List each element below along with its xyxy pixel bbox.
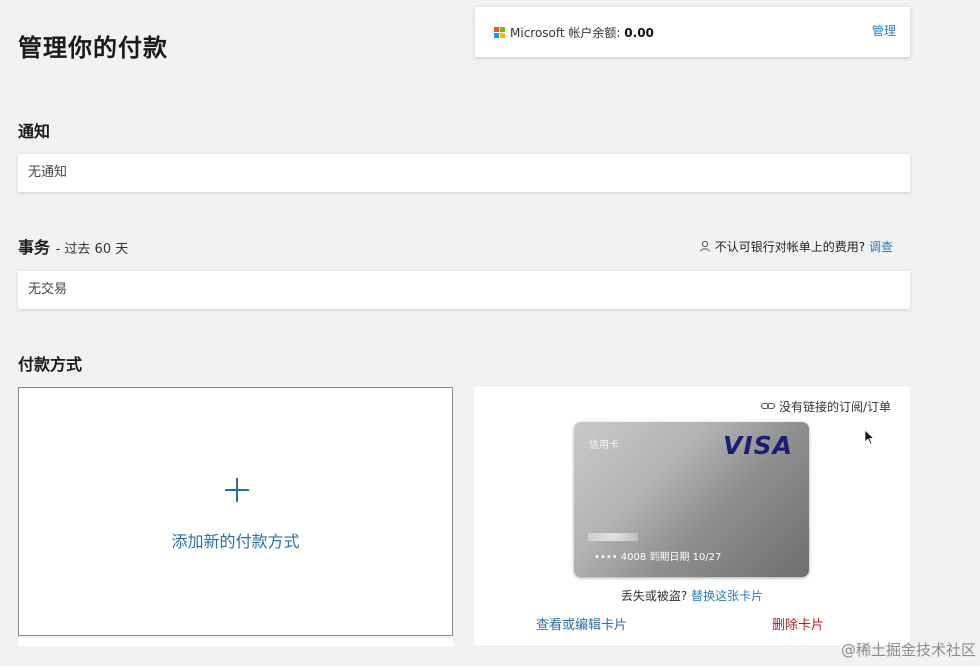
- mouse-cursor-icon: [864, 429, 875, 445]
- add-card-footer: [18, 638, 453, 646]
- notifications-empty-text: 无通知: [28, 165, 68, 180]
- watermark: @稀土掘金技术社区: [840, 641, 976, 659]
- dispute-text: 不认可银行对帐单上的费用?: [714, 240, 866, 254]
- visa-logo: VISA: [722, 431, 793, 460]
- manage-balance-link[interactable]: 管理: [872, 22, 896, 39]
- add-payment-method-button[interactable]: 添加新的付款方式: [18, 387, 453, 636]
- linked-orders-info: 没有链接的订阅/订单: [760, 398, 891, 415]
- balance-text: Microsoft 帐户余额: 0.00: [510, 24, 654, 41]
- transactions-subtitle: - 过去 60 天: [55, 242, 129, 257]
- balance-label: Microsoft 帐户余额:: [510, 26, 621, 40]
- dispute-charge-prompt: 不认可银行对帐单上的费用? 调查: [699, 238, 893, 255]
- linked-orders-text: 没有链接的订阅/订单: [778, 400, 891, 414]
- lost-card-prompt: 丢失或被盗? 替换这张卡片: [474, 587, 910, 604]
- page-title: 管理你的付款: [18, 34, 168, 62]
- plus-icon: [222, 476, 252, 506]
- payment-method-card: 没有链接的订阅/订单 信用卡 VISA •••• 4008 到期日期 10/27…: [474, 387, 910, 645]
- card-number: •••• 4008 到期日期 10/27: [594, 552, 722, 563]
- credit-card-image: 信用卡 VISA •••• 4008 到期日期 10/27: [574, 422, 809, 577]
- microsoft-logo-icon: [494, 27, 505, 38]
- transactions-title: 事务: [18, 238, 51, 257]
- card-chip-blur: [588, 533, 638, 541]
- investigate-link[interactable]: 调查: [869, 240, 893, 254]
- transactions-empty-text: 无交易: [28, 282, 68, 297]
- notifications-heading: 通知: [18, 122, 51, 141]
- balance-value: 0.00: [624, 26, 654, 40]
- payment-methods-heading: 付款方式: [18, 355, 83, 374]
- lost-card-text: 丢失或被盗?: [620, 589, 688, 603]
- link-icon: [760, 403, 775, 409]
- card-type-label: 信用卡: [589, 440, 619, 451]
- transactions-heading: 事务 - 过去 60 天: [18, 234, 128, 258]
- notifications-panel: 无通知: [18, 154, 910, 192]
- add-payment-method-label: 添加新的付款方式: [171, 532, 300, 551]
- view-edit-card-link[interactable]: 查看或编辑卡片: [536, 614, 627, 633]
- transactions-panel: 无交易: [18, 271, 910, 309]
- replace-card-link[interactable]: 替换这张卡片: [691, 589, 763, 603]
- delete-card-link[interactable]: 删除卡片: [772, 614, 824, 633]
- account-balance-card: Microsoft 帐户余额: 0.00 管理: [475, 7, 910, 57]
- person-icon: [699, 240, 710, 252]
